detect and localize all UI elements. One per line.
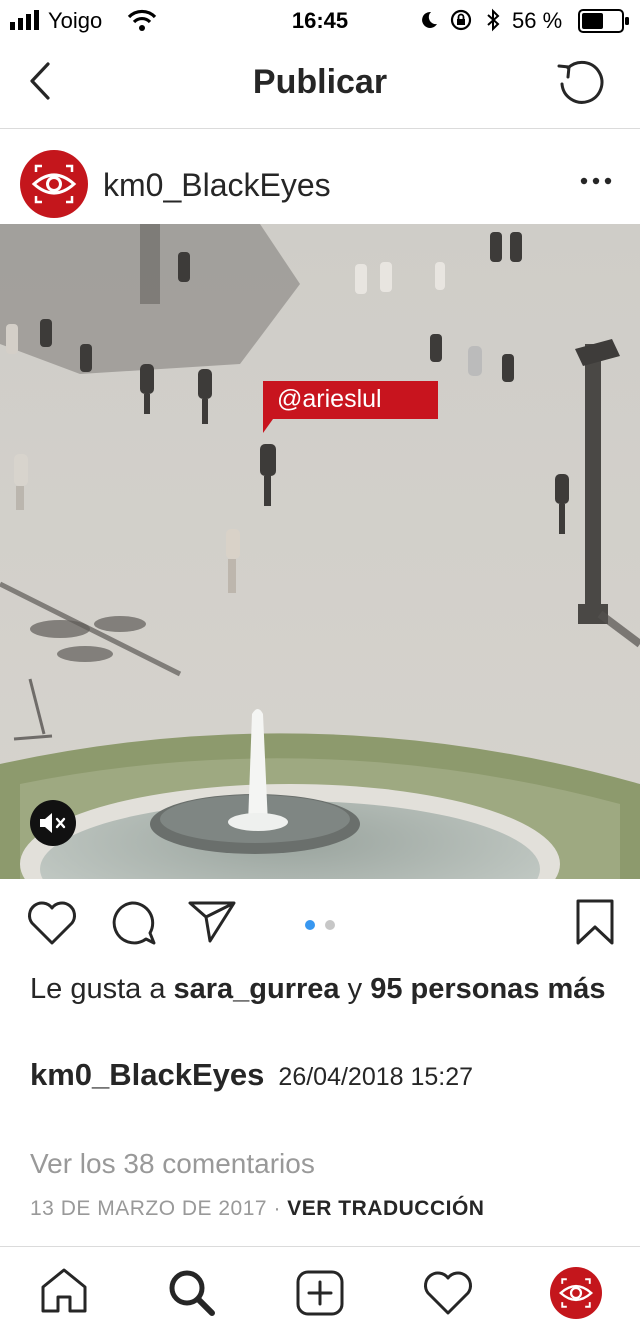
- user-tag[interactable]: @arieslul: [263, 381, 438, 433]
- likes-count[interactable]: 95 personas más: [370, 973, 605, 1005]
- caption-username[interactable]: km0_BlackEyes: [30, 1057, 264, 1092]
- likes-text: Le gusta a sara_gurrea y 95 personas más: [30, 970, 620, 1008]
- orientation-lock-icon: [450, 9, 472, 31]
- carousel-dot-active: [305, 920, 315, 930]
- tab-search-icon[interactable]: [166, 1267, 218, 1319]
- tab-add-icon[interactable]: [295, 1269, 345, 1317]
- caption-text: 26/04/2018 15:27: [278, 1063, 474, 1091]
- caption: km0_BlackEyes 26/04/2018 15:27: [30, 1057, 473, 1093]
- carousel-dots: [305, 920, 335, 930]
- status-bar: Yoigo 16:45 56 %: [0, 0, 640, 40]
- dateline-separator: ·: [273, 1197, 281, 1220]
- battery-percent: 56 %: [512, 8, 563, 33]
- nav-header: Publicar: [0, 40, 640, 129]
- video-frame: [0, 224, 640, 879]
- user-tag-pointer: [263, 419, 273, 433]
- tab-activity-icon[interactable]: [422, 1269, 474, 1317]
- post-date: 13 DE MARZO DE 2017: [30, 1197, 268, 1220]
- avatar[interactable]: [20, 150, 88, 218]
- tab-bar: [0, 1246, 640, 1332]
- post-media[interactable]: @arieslul: [0, 224, 640, 879]
- comment-button[interactable]: [108, 899, 158, 947]
- translate-link[interactable]: VER TRADUCCIÓN: [287, 1197, 484, 1220]
- page-title: Publicar: [252, 63, 388, 101]
- view-comments-link[interactable]: Ver los 38 comentarios: [30, 1148, 315, 1180]
- more-options-icon[interactable]: [580, 176, 612, 186]
- like-button[interactable]: [26, 899, 78, 947]
- post-username[interactable]: km0_BlackEyes: [103, 167, 331, 204]
- user-tag-label: @arieslul: [263, 381, 438, 419]
- likes-prefix: Le gusta a: [30, 973, 174, 1005]
- moon-icon: [422, 11, 437, 28]
- carousel-dot: [325, 920, 335, 930]
- battery-icon: [578, 9, 629, 33]
- liker-username[interactable]: sara_gurrea: [174, 973, 340, 1005]
- post-dateline: 13 DE MARZO DE 2017 · VER TRADUCCIÓN: [30, 1197, 484, 1221]
- post-actions: [0, 879, 640, 969]
- refresh-icon[interactable]: [556, 56, 612, 110]
- tab-home-icon[interactable]: [39, 1267, 89, 1315]
- post-header: km0_BlackEyes: [0, 130, 640, 224]
- likes-middle: y: [339, 973, 371, 1005]
- bluetooth-icon: [487, 8, 500, 32]
- mute-button[interactable]: [29, 799, 77, 847]
- share-button[interactable]: [186, 899, 238, 945]
- tab-profile-icon[interactable]: [550, 1267, 602, 1319]
- save-button[interactable]: [574, 897, 616, 947]
